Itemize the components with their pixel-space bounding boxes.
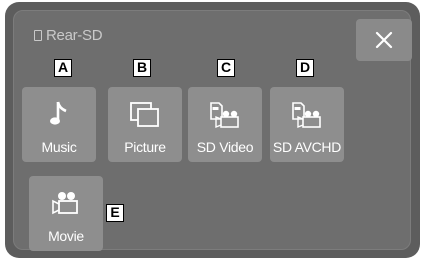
source-header: Rear-SD — [34, 27, 103, 44]
sd-video-label: SD Video — [196, 139, 254, 155]
close-icon — [375, 31, 393, 49]
callout-b: B — [133, 59, 151, 77]
sd-avchd-button[interactable]: SD AVCHD — [270, 87, 344, 162]
source-label: Rear-SD — [46, 27, 103, 44]
picture-label: Picture — [124, 139, 166, 155]
callout-a: A — [54, 59, 72, 77]
movie-button[interactable]: Movie — [29, 176, 103, 251]
movie-camera-icon — [52, 192, 78, 215]
sd-avchd-icon — [292, 102, 321, 129]
picture-icon — [130, 102, 159, 127]
movie-label: Movie — [48, 228, 84, 244]
callout-c: C — [217, 59, 235, 77]
music-label: Music — [41, 139, 77, 155]
close-button[interactable] — [356, 19, 412, 61]
sd-card-icon — [34, 30, 42, 41]
display-screen: Rear-SD Music Picture SD Video SD AVCHD … — [5, 2, 420, 258]
music-note-icon — [50, 101, 67, 125]
sd-avchd-label: SD AVCHD — [272, 139, 342, 155]
sd-video-icon — [210, 102, 239, 129]
callout-d: D — [296, 59, 314, 77]
callout-e: E — [106, 204, 124, 222]
sd-video-button[interactable]: SD Video — [188, 87, 262, 162]
music-button[interactable]: Music — [22, 87, 96, 162]
picture-button[interactable]: Picture — [108, 87, 182, 162]
